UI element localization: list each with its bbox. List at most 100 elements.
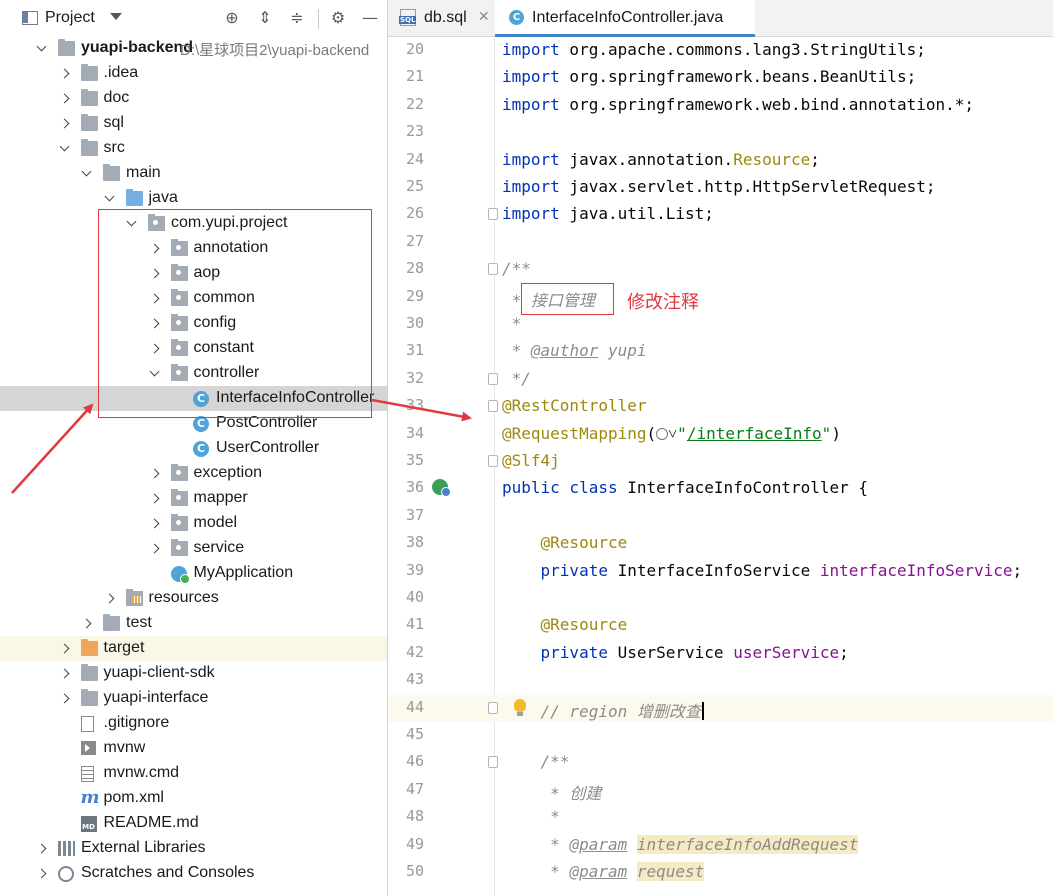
tree-item-readme-md[interactable]: MD README.md [0,811,387,836]
chevron-right-icon[interactable] [58,642,72,656]
chevron-down-icon[interactable] [35,42,49,56]
chevron-right-icon[interactable] [58,92,72,106]
code-line[interactable]: 45 [388,722,1053,749]
tree-item-doc[interactable]: doc [0,86,387,111]
code-line[interactable]: 30 * [388,311,1053,338]
line-number[interactable]: 32 [388,369,424,387]
chevron-right-icon[interactable] [80,617,94,631]
tab-interface-info-controller[interactable]: C InterfaceInfoController.java [495,0,755,37]
line-number[interactable]: 48 [388,807,424,825]
code-line[interactable]: 23 [388,119,1053,146]
line-number[interactable]: 40 [388,588,424,606]
tree-item-test[interactable]: test [0,611,387,636]
code-line[interactable]: 37 [388,503,1053,530]
code-line[interactable]: 41 @Resource [388,612,1053,639]
line-number[interactable]: 47 [388,780,424,798]
tree-item-mapper[interactable]: mapper [0,486,387,511]
line-number[interactable]: 22 [388,95,424,113]
line-number[interactable]: 35 [388,451,424,469]
code-line[interactable]: 27 [388,229,1053,256]
line-number[interactable]: 20 [388,40,424,58]
chevron-down-icon[interactable] [80,167,94,181]
tree-item-main[interactable]: main [0,161,387,186]
line-number[interactable]: 30 [388,314,424,332]
line-number[interactable]: 41 [388,615,424,633]
code-line[interactable]: 40 [388,585,1053,612]
chevron-right-icon[interactable] [148,542,162,556]
tree-item-yuapi-interface[interactable]: yuapi-interface [0,686,387,711]
code-line[interactable]: 33 @RestController [388,393,1053,420]
tree-item-java[interactable]: java [0,186,387,211]
code-line[interactable]: 46 /** [388,749,1053,776]
chevron-right-icon[interactable] [148,517,162,531]
line-number[interactable]: 33 [388,396,424,414]
line-number[interactable]: 50 [388,862,424,880]
code-line[interactable]: 50 * @param request [388,859,1053,886]
line-number[interactable]: 36 [388,478,424,496]
code-line[interactable]: 32 */ [388,366,1053,393]
tree-item-gitignore[interactable]: .gitignore [0,711,387,736]
code-line[interactable]: 34 @RequestMapping(˅"/interfaceInfo") [388,421,1053,448]
code-line[interactable]: 31 * @author yupi [388,338,1053,365]
line-number[interactable]: 43 [388,670,424,688]
line-number[interactable]: 23 [388,122,424,140]
chevron-right-icon[interactable] [58,117,72,131]
code-line[interactable]: 49 * @param interfaceInfoAddRequest [388,832,1053,859]
tree-item-mvnw[interactable]: mvnw [0,736,387,761]
line-number[interactable]: 49 [388,835,424,853]
code-line[interactable]: 22 import org.springframework.web.bind.an… [388,92,1053,119]
line-number[interactable]: 27 [388,232,424,250]
code-line[interactable]: 44 // region 增删改查 [388,694,1053,722]
code-line[interactable]: 28 /** [388,256,1053,283]
chevron-right-icon[interactable] [58,692,72,706]
code-line[interactable]: 36 public class InterfaceInfoController { [388,475,1053,502]
line-number[interactable]: 37 [388,506,424,524]
tree-item-myapplication[interactable]: MyApplication [0,561,387,586]
minimize-icon[interactable]: — [361,9,379,27]
line-number[interactable]: 21 [388,67,424,85]
tree-item-exception[interactable]: exception [0,461,387,486]
code-line[interactable]: 26 import java.util.List; [388,201,1053,228]
expand-all-icon[interactable]: ⇕ [256,9,274,27]
tree-item-scratches-and-consoles[interactable]: Scratches and Consoles [0,861,387,886]
code-line[interactable]: 25 import javax.servlet.http.HttpServletR… [388,174,1053,201]
fold-marker-icon[interactable] [488,455,498,467]
code-line[interactable]: 35 @Slf4j [388,448,1053,475]
chevron-right-icon[interactable] [35,867,49,881]
code-line[interactable]: 20 import org.apache.commons.lang3.String… [388,37,1053,64]
tree-item-model[interactable]: model [0,511,387,536]
chevron-right-icon[interactable] [148,492,162,506]
tree-item-resources[interactable]: resources [0,586,387,611]
chevron-right-icon[interactable] [103,592,117,606]
code-line[interactable]: 42 private UserService userService; [388,640,1053,667]
chevron-right-icon[interactable] [148,467,162,481]
code-line[interactable]: 48 * [388,804,1053,831]
collapse-all-icon[interactable]: ≑ [288,9,306,27]
fold-marker-icon[interactable] [488,756,498,769]
fold-marker-icon[interactable] [488,263,498,276]
gear-icon[interactable]: ⚙ [329,9,347,27]
line-number[interactable]: 38 [388,533,424,551]
fold-marker-icon[interactable] [488,208,498,221]
tree-item-mvnw-cmd[interactable]: mvnw.cmd [0,761,387,786]
line-number[interactable]: 25 [388,177,424,195]
tree-item-src[interactable]: src [0,136,387,161]
tree-item-pom-xml[interactable]: m pom.xml [0,786,387,811]
tree-item-sql[interactable]: sql [0,111,387,136]
chevron-right-icon[interactable] [35,842,49,856]
project-view-title[interactable]: Project [45,9,95,27]
code-line[interactable]: 24 import javax.annotation.Resource; [388,147,1053,174]
line-number[interactable]: 24 [388,150,424,168]
line-number[interactable]: 46 [388,752,424,770]
tree-item-idea[interactable]: .idea [0,61,387,86]
code-line[interactable]: 21 import org.springframework.beans.BeanU… [388,64,1053,91]
chevron-right-icon[interactable] [58,67,72,81]
fold-marker-icon[interactable] [488,372,498,385]
line-number[interactable]: 34 [388,424,424,442]
chevron-right-icon[interactable] [58,667,72,681]
tree-item-yuapi-client-sdk[interactable]: yuapi-client-sdk [0,661,387,686]
chevron-down-icon[interactable] [58,142,72,156]
chevron-down-icon[interactable] [103,192,117,206]
chevron-down-icon[interactable] [110,13,122,20]
line-number[interactable]: 29 [388,287,424,305]
